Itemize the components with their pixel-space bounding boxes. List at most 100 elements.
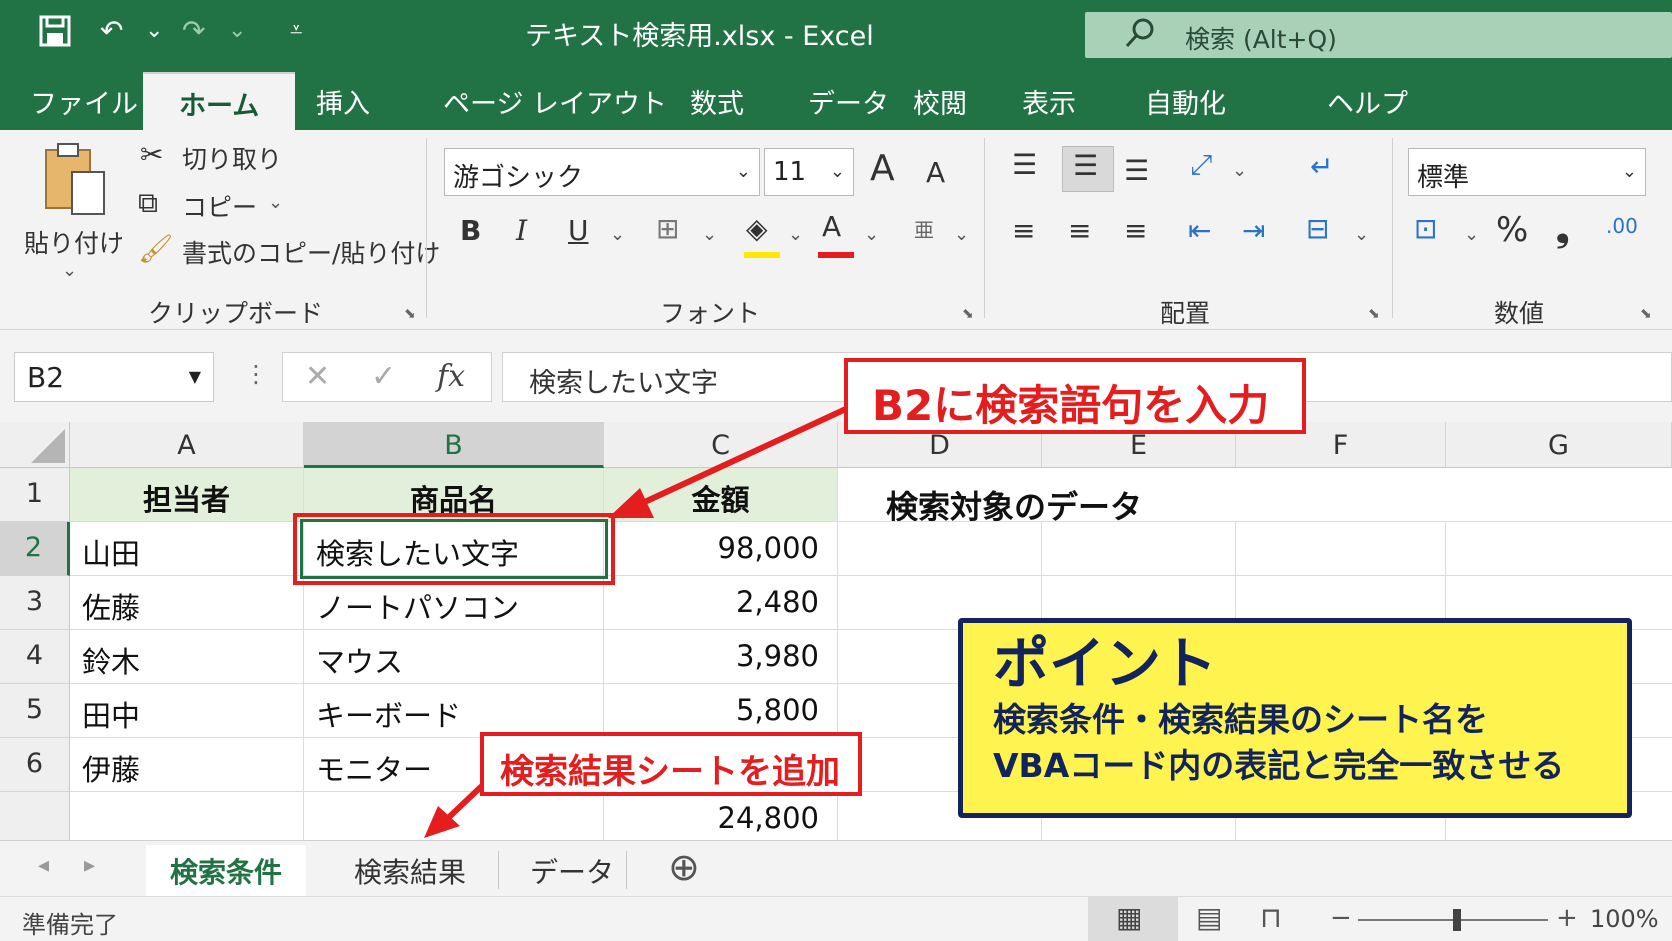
header-cell-owner[interactable]: 担当者 [70, 468, 304, 522]
tab-insert[interactable]: 挿入 [316, 82, 370, 121]
table-cell[interactable]: 伊藤 [70, 738, 304, 792]
font-dialog-launcher-icon[interactable]: ⬊ [962, 306, 974, 322]
redo-dropdown-icon[interactable]: ⌄ [228, 18, 246, 43]
font-name-select[interactable]: 游ゴシック ⌄ [444, 148, 760, 196]
sheet-tab-search-criteria[interactable]: 検索条件 [146, 845, 307, 901]
paste-dropdown-icon[interactable]: ⌄ [62, 260, 77, 281]
redo-icon[interactable]: ↷ [182, 14, 205, 47]
italic-button[interactable]: I [516, 214, 527, 247]
number-dialog-launcher-icon[interactable]: ⬊ [1640, 306, 1652, 322]
tab-formulas[interactable]: 数式 [690, 82, 744, 121]
merge-dropdown-icon[interactable]: ⌄ [1354, 224, 1369, 245]
underline-dropdown-icon[interactable]: ⌄ [610, 224, 625, 245]
normal-view-button[interactable]: ▦ [1088, 897, 1178, 941]
table-cell[interactable]: 5,800 [604, 684, 838, 738]
increase-indent-icon[interactable]: ⇥ [1242, 214, 1265, 247]
bold-button[interactable]: B [460, 214, 481, 247]
save-icon[interactable] [38, 14, 72, 55]
accounting-format-icon[interactable]: ⊡ [1414, 212, 1437, 245]
column-header-c[interactable]: C [604, 422, 838, 468]
copy-button[interactable]: コピー [182, 188, 257, 224]
tab-home[interactable]: ホーム [143, 72, 296, 130]
font-color-button[interactable]: A [822, 210, 841, 243]
fill-color-dropdown-icon[interactable]: ⌄ [788, 224, 803, 245]
more-options-icon[interactable]: ⋮ [244, 360, 268, 388]
merge-center-icon[interactable]: ⊟ [1306, 212, 1329, 245]
name-box[interactable]: B2 ▼ [14, 352, 214, 402]
copy-dropdown-icon[interactable]: ⌄ [268, 192, 283, 213]
table-cell[interactable]: マウス [304, 630, 604, 684]
header-cell-amount[interactable]: 金額 [604, 468, 838, 522]
align-right-icon[interactable]: ≡ [1124, 214, 1147, 247]
percent-button[interactable]: % [1496, 210, 1528, 250]
alignment-dialog-launcher-icon[interactable]: ⬊ [1368, 306, 1380, 322]
accounting-dropdown-icon[interactable]: ⌄ [1464, 224, 1479, 245]
fill-color-icon[interactable]: ◈ [746, 212, 768, 245]
table-cell[interactable]: 98,000 [604, 522, 838, 576]
decrease-indent-icon[interactable]: ⇤ [1188, 214, 1211, 247]
select-all-button[interactable] [0, 422, 70, 468]
paste-button[interactable]: 貼り付け [24, 224, 124, 260]
grow-font-button[interactable]: A [870, 148, 895, 189]
insert-function-icon[interactable]: fx [437, 359, 465, 394]
comma-button[interactable]: ❟ [1556, 210, 1569, 250]
font-color-dropdown-icon[interactable]: ⌄ [864, 224, 879, 245]
page-break-view-icon[interactable]: ⊓ [1260, 901, 1282, 934]
row-header-1[interactable]: 1 [0, 468, 70, 522]
zoom-out-button[interactable]: − [1330, 903, 1352, 933]
tab-review[interactable]: 校閲 [913, 82, 967, 121]
table-cell[interactable]: 2,480 [604, 576, 838, 630]
align-bottom-icon[interactable]: ☰ [1124, 154, 1149, 187]
table-cell[interactable]: 3,980 [604, 630, 838, 684]
paste-icon[interactable] [42, 142, 108, 227]
sheet-tab-data[interactable]: データ [506, 845, 638, 897]
clipboard-dialog-launcher-icon[interactable]: ⬊ [404, 306, 416, 322]
column-header-g[interactable]: G [1446, 422, 1672, 468]
table-cell[interactable] [304, 792, 604, 846]
prev-sheet-icon[interactable]: ◂ [38, 853, 49, 878]
format-painter-icon[interactable]: 🖌 [138, 232, 174, 265]
table-cell[interactable] [70, 792, 304, 846]
align-center-icon[interactable]: ≡ [1068, 214, 1091, 247]
undo-dropdown-icon[interactable]: ⌄ [145, 18, 163, 43]
align-middle-button[interactable]: ☰ [1062, 146, 1114, 192]
format-painter-button[interactable]: 書式のコピー/貼り付け [182, 234, 440, 270]
table-cell[interactable]: 田中 [70, 684, 304, 738]
underline-button[interactable]: U [568, 214, 589, 247]
align-left-icon[interactable]: ≡ [1012, 214, 1035, 247]
column-header-a[interactable]: A [70, 422, 304, 468]
shrink-font-button[interactable]: A [926, 156, 945, 189]
tab-automate[interactable]: 自動化 [1145, 82, 1226, 121]
search-box[interactable]: 検索 (Alt+Q) [1085, 12, 1672, 58]
tab-view[interactable]: 表示 [1022, 82, 1076, 121]
phonetic-dropdown-icon[interactable]: ⌄ [954, 224, 969, 245]
orientation-dropdown-icon[interactable]: ⌄ [1232, 160, 1247, 181]
tab-help[interactable]: ヘルプ [1327, 82, 1408, 121]
row-header-6[interactable]: 6 [0, 738, 70, 792]
add-sheet-icon[interactable]: ⊕ [668, 845, 700, 889]
column-header-b[interactable]: B [304, 422, 604, 468]
align-top-icon[interactable]: ☰ [1012, 148, 1037, 181]
borders-dropdown-icon[interactable]: ⌄ [702, 224, 717, 245]
table-cell[interactable]: 山田 [70, 522, 304, 576]
row-header-5[interactable]: 5 [0, 684, 70, 738]
borders-icon[interactable]: ⊞ [656, 212, 679, 245]
copy-icon[interactable]: ⧉ [138, 186, 158, 220]
font-size-select[interactable]: 11 ⌄ [764, 148, 854, 196]
row-header-7[interactable] [0, 792, 70, 846]
sheet-tab-search-results[interactable]: 検索結果 [330, 845, 490, 897]
zoom-level[interactable]: 100% [1590, 905, 1659, 933]
number-format-select[interactable]: 標準 ⌄ [1408, 148, 1646, 196]
zoom-in-button[interactable]: + [1556, 903, 1578, 933]
tab-page-layout[interactable]: ページ レイアウト [443, 82, 667, 121]
cut-button[interactable]: 切り取り [182, 140, 282, 176]
row-header-4[interactable]: 4 [0, 630, 70, 684]
row-header-2[interactable]: 2 [0, 522, 70, 576]
tab-data[interactable]: データ [808, 82, 889, 121]
table-cell[interactable]: 鈴木 [70, 630, 304, 684]
orientation-icon[interactable]: ⤢ [1190, 148, 1212, 182]
row-header-3[interactable]: 3 [0, 576, 70, 630]
cut-icon[interactable]: ✂ [140, 138, 163, 171]
cancel-icon[interactable]: ✕ [305, 359, 330, 394]
total-cell[interactable]: 24,800 [604, 792, 838, 846]
